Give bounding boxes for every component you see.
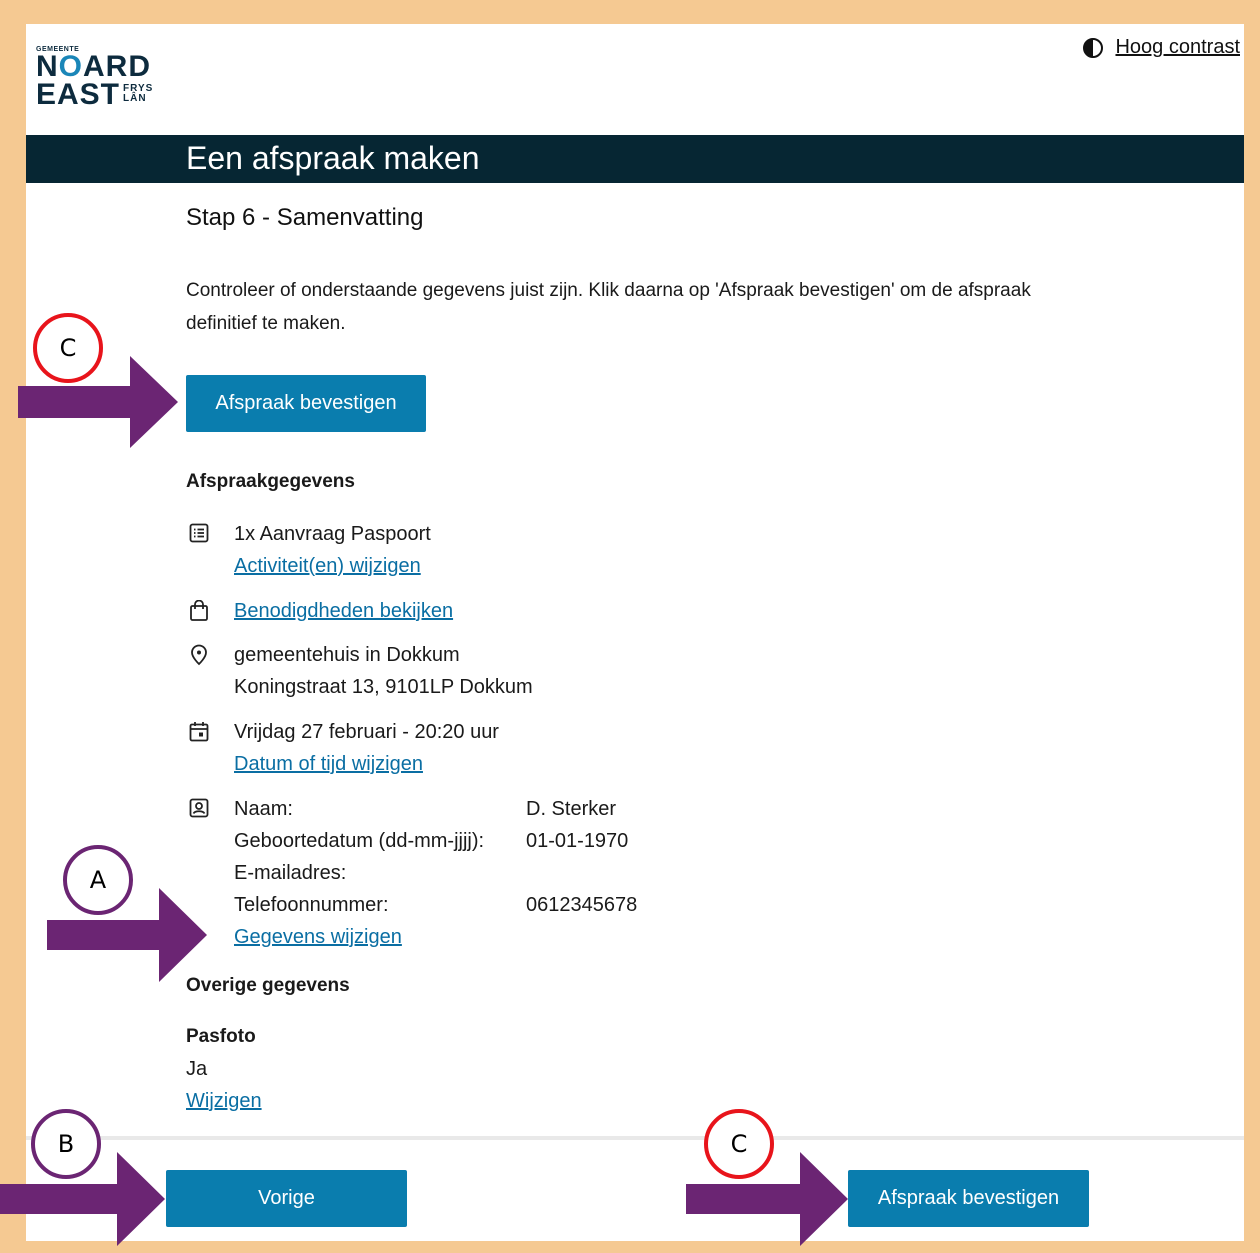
arrow-to-change-details [47,888,207,982]
person-details: Naam: D. Sterker Geboortedatum (dd-mm-jj… [234,793,726,921]
change-photo-link[interactable]: Wijzigen [186,1090,262,1113]
intro-text: Controleer of onderstaande gegevens juis… [186,280,1031,334]
name-value: D. Sterker [526,798,617,820]
email-value [526,857,726,889]
arrow-to-bottom-confirm [686,1152,848,1246]
location-address: Koningstraat 13, 9101LP Dokkum [234,676,533,698]
change-personal-details-link[interactable]: Gegevens wijzigen [234,926,402,948]
page-frame: GEMEENTE NOARD EAST FRYS LÂN Hoog contrast… [26,24,1244,1241]
change-activity-link[interactable]: Activiteit(en) wijzigen [234,555,421,577]
half-circle-icon [1083,37,1104,58]
dob-label: Geboortedatum (dd-mm-jjjj): [234,830,485,852]
step-heading: Stap 6 - Samenvatting [186,204,424,231]
calendar-icon [186,716,212,748]
high-contrast-link[interactable]: Hoog contrast [1115,36,1240,59]
arrow-to-previous [0,1152,165,1246]
arrow-to-top-confirm [18,356,178,448]
needs-row: Benodigdheden bekijken [186,595,453,627]
person-row: Naam: D. Sterker Geboortedatum (dd-mm-jj… [186,793,726,953]
passport-photo-label: Pasfoto [186,1026,256,1047]
activity-row: 1x Aanvraag Paspoort Activiteit(en) wijz… [186,518,431,582]
appointment-details-heading: Afspraakgegevens [186,471,355,492]
confirm-appointment-button-bottom[interactable]: Afspraak bevestigen [848,1170,1089,1227]
list-icon [186,518,212,550]
phone-value: 0612345678 [526,894,638,916]
change-datetime-link[interactable]: Datum of tijd wijzigen [234,753,423,775]
passport-photo-value: Ja [186,1058,208,1080]
view-requirements-link[interactable]: Benodigdheden bekijken [234,600,453,622]
other-details-heading: Overige gegevens [186,975,350,996]
footer-divider [26,1136,1244,1140]
shopping-bag-icon [186,595,212,627]
confirm-appointment-button-top[interactable]: Afspraak bevestigen [186,375,426,432]
phone-label: Telefoonnummer: [234,894,389,916]
contact-card-icon [186,793,212,825]
name-label: Naam: [234,798,293,820]
title-banner: Een afspraak maken [26,135,1244,183]
page-title: Een afspraak maken [186,140,480,176]
activity-text: 1x Aanvraag Paspoort [234,523,431,545]
high-contrast-toggle[interactable]: Hoog contrast [1083,36,1240,59]
datetime-row: Vrijdag 27 februari - 20:20 uur Datum of… [186,716,499,780]
dob-value: 01-01-1970 [526,830,629,852]
datetime-text: Vrijdag 27 februari - 20:20 uur [234,721,499,743]
location-row: gemeentehuis in Dokkum Koningstraat 13, … [186,639,533,703]
email-label: E-mailadres: [234,862,347,884]
previous-button[interactable]: Vorige [166,1170,407,1227]
location-pin-icon [186,639,212,671]
location-name: gemeentehuis in Dokkum [234,644,460,666]
municipality-logo[interactable]: GEMEENTE NOARD EAST FRYS LÂN [36,46,156,116]
